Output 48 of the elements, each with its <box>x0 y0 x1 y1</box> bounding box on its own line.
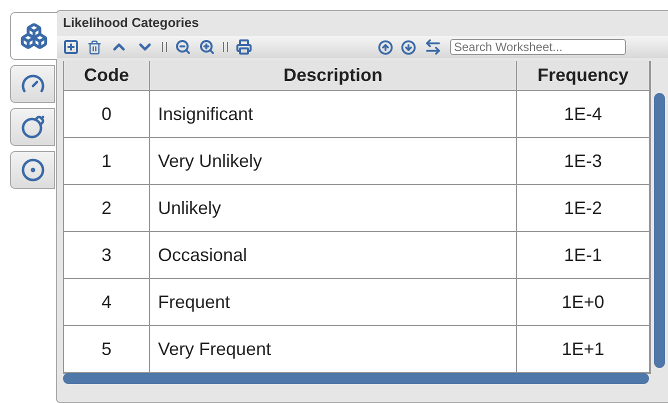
vertical-scrollbar[interactable] <box>654 93 665 368</box>
table-cell: Occasional <box>150 232 517 279</box>
table-cell: 1E-4 <box>517 91 650 138</box>
bomb-icon <box>20 115 44 139</box>
column-header[interactable]: Description <box>150 61 517 91</box>
cubes-icon <box>20 22 48 50</box>
table-cell: Very Unlikely <box>150 138 517 185</box>
printer-icon <box>236 39 252 55</box>
table-cell: 4 <box>64 279 150 326</box>
side-tab[interactable] <box>10 12 57 60</box>
trash-icon <box>87 40 102 54</box>
table-cell: 0 <box>64 91 150 138</box>
zoom-in-button[interactable] <box>199 39 215 55</box>
column-header[interactable]: Code <box>64 61 150 91</box>
arrow-down-icon <box>401 40 416 54</box>
table-cell: 1E-2 <box>517 185 650 232</box>
swap-button[interactable] <box>424 38 442 56</box>
target-icon <box>20 158 44 182</box>
zoom-in-icon <box>199 39 215 55</box>
column-header[interactable]: Frequency <box>517 61 650 91</box>
table-cell: 2 <box>64 185 150 232</box>
swap-arrows-icon <box>424 38 442 56</box>
print-button[interactable] <box>236 39 252 55</box>
table-cell: 3 <box>64 232 150 279</box>
table-cell: Frequent <box>150 279 517 326</box>
horizontal-scrollbar[interactable] <box>63 373 649 384</box>
arrow-up-icon <box>378 40 393 54</box>
delete-button[interactable] <box>87 40 102 54</box>
plus-icon <box>63 39 79 55</box>
table-cell: 1E+0 <box>517 279 650 326</box>
table-cell: Very Frequent <box>150 326 517 373</box>
table-cell: 1 <box>64 138 150 185</box>
table-cell: 5 <box>64 326 150 373</box>
side-tab[interactable] <box>10 65 55 103</box>
add-button[interactable] <box>63 39 79 55</box>
previous-button[interactable] <box>378 40 393 54</box>
table-cell: 1E-1 <box>517 232 650 279</box>
side-tab[interactable] <box>10 151 55 189</box>
side-tab[interactable] <box>10 108 55 146</box>
zoom-out-icon <box>175 39 191 55</box>
table-cell: 1E-3 <box>517 138 650 185</box>
table-cell: Unlikely <box>150 185 517 232</box>
table-cell: 1E+1 <box>517 326 650 373</box>
next-button[interactable] <box>401 40 416 54</box>
zoom-out-button[interactable] <box>175 39 191 55</box>
panel-title: Likelihood Categories <box>62 14 200 32</box>
table-cell: Insignificant <box>150 91 517 138</box>
search-field[interactable]: Search Worksheet... <box>450 39 626 55</box>
